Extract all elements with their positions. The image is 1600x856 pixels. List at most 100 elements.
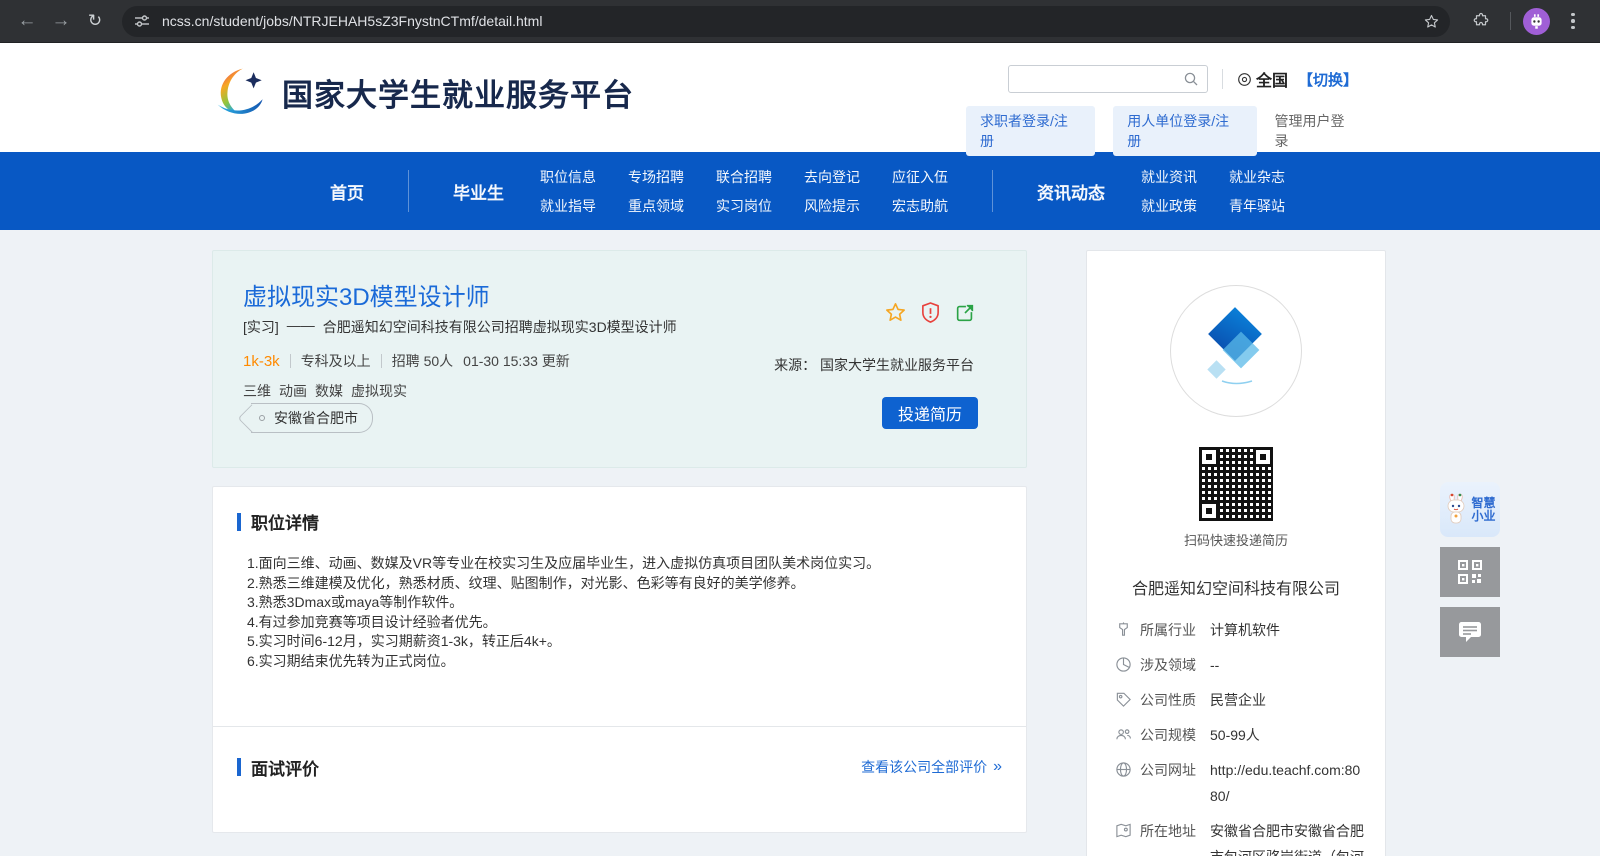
nav-item-key-fields[interactable]: 重点领域 [628,196,684,216]
section-bar [237,758,241,776]
back-icon[interactable]: ← [10,4,44,38]
double-chevron-icon [993,758,1002,776]
source-label: 来源： [774,357,816,373]
meta-divider [290,354,291,368]
description-line: 1.面向三维、动画、数媒及VR等专业在校实习生及应届毕业生，进入虚拟仿真项目团队… [247,554,1002,574]
nav-item-employment-policy[interactable]: 就业政策 [1141,196,1197,216]
nav-graduates[interactable]: 毕业生 [453,179,504,204]
jobseeker-login-button[interactable]: 求职者登录/注册 [966,106,1095,156]
admin-login-link[interactable]: 管理用户登录 [1275,111,1359,151]
company-field-website: 公司网址 http://edu.teachf.com:8080/ [1115,757,1385,809]
nav-item-joint-recruit[interactable]: 联合招聘 [716,167,772,187]
description-line: 2.熟悉三维建模及优化，熟悉材质、纹理、贴图制作，对光影、色彩等有良好的美学修养… [247,574,1002,594]
job-action-icons [884,301,976,324]
nav-item-enlist[interactable]: 应征入伍 [892,167,948,187]
main-nav: 首页 毕业生 职位信息 就业指导 专场招聘 重点领域 联合招聘 实习岗位 去向登… [0,152,1600,230]
company-logo [1170,285,1302,417]
nav-item-job-info[interactable]: 职位信息 [540,167,596,187]
company-field-domain: 涉及领域 -- [1115,652,1385,678]
company-logo-diamonds-icon [1186,301,1286,401]
url-text[interactable]: ncss.cn/student/jobs/NTRJEHAH5sZ3FnystnC… [162,13,1415,29]
qr-finder-icon [1199,501,1219,521]
site-header: 国家大学生就业服务平台 全国 【切换】 [0,43,1600,152]
feedback-chat-button[interactable] [1440,607,1500,657]
job-title: 虚拟现实3D模型设计师 [243,277,490,312]
company-field-nature: 公司性质 民营企业 [1115,687,1385,713]
site-settings-icon[interactable] [134,13,150,29]
company-name: 合肥遥知幻空间科技有限公司 [1087,575,1385,599]
company-field-address: 所在地址 安徽省合肥市安徽省合肥市包河区骆岗街道（包河经开区）质谷创 [1115,818,1385,856]
meta-divider [381,354,382,368]
location-selector[interactable]: 全国 [1237,67,1288,91]
updated-time: 01-30 15:33 更新 [463,351,570,371]
favorite-star-icon[interactable] [884,301,907,324]
map-pin-icon [1115,822,1132,839]
reload-icon[interactable]: ↻ [78,4,112,38]
profile-avatar[interactable] [1523,8,1550,35]
company-website-link[interactable]: http://edu.teachf.com:8080/ [1210,757,1366,809]
nav-home[interactable]: 首页 [330,179,364,204]
review-section-title: 面试评价 [237,755,319,780]
education-requirement: 专科及以上 [301,351,371,371]
employer-login-button[interactable]: 用人单位登录/注册 [1113,106,1256,156]
report-shield-icon[interactable] [920,301,941,324]
extensions-icon[interactable] [1464,4,1498,38]
smart-assistant-button[interactable]: 智慧 小业 [1440,482,1500,537]
forward-icon[interactable]: → [44,4,78,38]
description-line: 6.实习期结束优先转为正式岗位。 [247,652,1002,672]
people-icon [1115,726,1132,743]
bookmark-star-icon[interactable] [1423,13,1440,30]
page-content: 虚拟现实3D模型设计师 [实习] —— 合肥遥知幻空间科技有限公司招聘虚拟现实3… [212,230,1388,250]
section-bar [237,513,241,531]
header-search[interactable] [1008,65,1208,93]
apply-resume-button[interactable]: 投递简历 [882,397,978,429]
pie-chart-icon [1115,656,1132,673]
job-location-tag: 安徽省合肥市 [251,403,373,433]
nav-item-risk-alert[interactable]: 风险提示 [804,196,860,216]
search-icon[interactable] [1183,71,1199,87]
menu-icon[interactable] [1556,13,1590,30]
job-subtitle-text: 合肥遥知幻空间科技有限公司招聘虚拟现实3D模型设计师 [323,317,677,337]
nav-group-graduates: 毕业生 职位信息 就业指导 专场招聘 重点领域 联合招聘 实习岗位 去向登记 风… [453,167,948,216]
tag-hole-icon [259,415,265,421]
header-divider [1222,69,1223,89]
share-icon[interactable] [954,302,976,324]
nav-item-internship[interactable]: 实习岗位 [716,196,772,216]
switch-location-link[interactable]: 【切换】 [1298,69,1358,90]
site-logo[interactable]: 国家大学生就业服务平台 [212,65,634,119]
job-tag: 动画 [279,381,307,401]
review-title: 面试评价 [251,755,319,780]
qr-finder-icon [1253,447,1273,467]
job-location-text: 安徽省合肥市 [274,408,358,428]
location-pin-icon [1237,72,1252,87]
toolbar-divider [1510,12,1511,30]
view-all-reviews-link[interactable]: 查看该公司全部评价 [861,757,1002,777]
detail-title: 职位详情 [251,509,319,534]
address-bar[interactable]: ncss.cn/student/jobs/NTRJEHAH5sZ3FnystnC… [122,6,1450,37]
qr-widget-button[interactable] [1440,547,1500,597]
nav-item-special-recruit[interactable]: 专场招聘 [628,167,684,187]
job-type-tag: [实习] [243,317,279,337]
job-source: 来源： 国家大学生就业服务平台 [774,355,974,375]
nav-item-destination-register[interactable]: 去向登记 [804,167,860,187]
nav-item-hongzhi[interactable]: 宏志助航 [892,196,948,216]
nav-item-youth-station[interactable]: 青年驿站 [1229,196,1285,216]
floating-widgets: 智慧 小业 [1440,482,1500,657]
qr-caption: 扫码快速投递简历 [1087,530,1385,549]
nav-item-employment-news[interactable]: 就业资讯 [1141,167,1197,187]
nav-item-career-guide[interactable]: 就业指导 [540,196,596,216]
company-card: 扫码快速投递简历 合肥遥知幻空间科技有限公司 所属行业 计算机软件 涉及领域 -… [1086,250,1386,856]
nav-divider [408,170,409,212]
nav-item-employment-magazine[interactable]: 就业杂志 [1229,167,1285,187]
company-fields: 所属行业 计算机软件 涉及领域 -- 公司性质 民营企业 [1115,617,1385,856]
headcount: 招聘 50人 [392,351,453,371]
source-value: 国家大学生就业服务平台 [820,357,974,373]
assistant-mascot-icon [1444,493,1468,527]
nav-news[interactable]: 资讯动态 [1037,179,1105,204]
search-input[interactable] [1017,72,1183,87]
nav-divider [992,170,993,212]
description-line: 4.有过参加竞赛等项目设计经验者优先。 [247,613,1002,633]
job-summary-card: 虚拟现实3D模型设计师 [实习] —— 合肥遥知幻空间科技有限公司招聘虚拟现实3… [212,250,1027,468]
job-tags: 三维 动画 数媒 虚拟现实 [243,381,407,401]
job-description: 1.面向三维、动画、数媒及VR等专业在校实习生及应届毕业生，进入虚拟仿真项目团队… [213,534,1026,672]
